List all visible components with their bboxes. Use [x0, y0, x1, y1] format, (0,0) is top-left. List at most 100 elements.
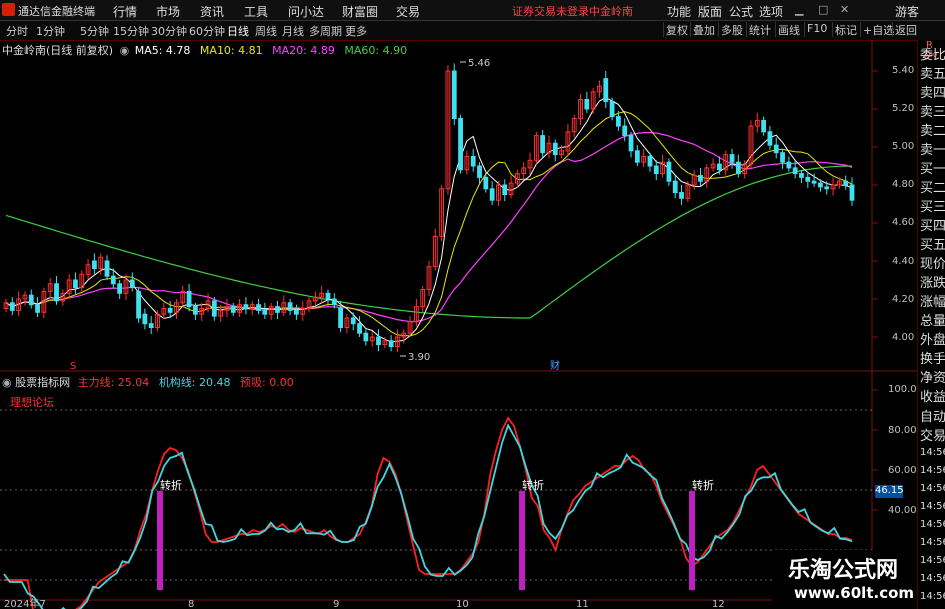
candle-body	[470, 156, 476, 167]
indicator-name[interactable]: 股票指标网	[15, 376, 70, 389]
side-item-change[interactable]: 涨跌	[920, 274, 945, 293]
ma20-label: MA20: 4.89	[272, 44, 335, 57]
pre-absorb-value: 预吸: 0.00	[240, 376, 294, 389]
candle-body	[262, 309, 268, 315]
candle-body	[325, 292, 331, 300]
tab-weekly[interactable]: 周线	[255, 23, 277, 39]
side-item-volume[interactable]: 总量	[920, 312, 945, 331]
price-grid	[872, 70, 878, 338]
multi-stock-button[interactable]: 多股	[718, 22, 745, 37]
indicator-lines	[3, 416, 853, 609]
current-stock-name: 中金岭南	[589, 5, 633, 18]
side-item-bid1[interactable]: 买一	[920, 160, 945, 179]
candle-body	[647, 156, 653, 167]
candle-body	[666, 161, 672, 182]
side-item-ask1[interactable]: 卖一	[920, 141, 945, 160]
side-item-ask4[interactable]: 卖四	[920, 84, 945, 103]
candle-body	[679, 192, 684, 199]
side-item-ask5[interactable]: 卖五	[920, 65, 945, 84]
adjust-button[interactable]: 复权	[663, 22, 690, 37]
indicator-toggle-icon[interactable]: ◉	[2, 376, 12, 389]
candle-body	[148, 323, 154, 329]
forum-label: 理想论坛	[10, 396, 54, 409]
candle-body	[376, 336, 381, 346]
side-item-turnover[interactable]: 换手	[920, 350, 945, 369]
maximize-icon[interactable]: □	[818, 3, 828, 16]
tab-multi-period[interactable]: 多周期	[309, 23, 342, 39]
side-item-ask2[interactable]: 卖二	[920, 122, 945, 141]
tab-daily[interactable]: 日线	[227, 23, 249, 39]
candle-body	[142, 313, 148, 325]
turn-signal-bar	[519, 491, 525, 590]
menu-item-layout[interactable]: 版面	[698, 3, 722, 20]
mark-button[interactable]: 标记	[832, 22, 859, 37]
minimize-icon[interactable]: ▁	[795, 3, 803, 16]
ind-tick-100: 100.0	[888, 384, 917, 395]
side-item-pct[interactable]: 涨幅	[920, 293, 945, 312]
tab-30min[interactable]: 30分钟	[151, 23, 187, 39]
menu-item-ask[interactable]: 问小达	[288, 3, 324, 20]
tab-more[interactable]: 更多	[345, 23, 367, 39]
chart-canvas[interactable]: 5.46 3.90 S 财 转折 转折 转折 2024年7 8 9 10 11 …	[0, 40, 917, 609]
price-tick-440: 4.40	[892, 256, 915, 267]
menu-item-options[interactable]: 选项	[759, 3, 783, 20]
price-tick-500: 5.00	[892, 141, 915, 152]
stats-button[interactable]: 统计	[746, 22, 773, 37]
ma10-label: MA10: 4.81	[199, 44, 263, 57]
tab-15min[interactable]: 15分钟	[113, 23, 149, 39]
candle-body	[110, 275, 116, 285]
candle-body	[167, 308, 173, 313]
tab-60min[interactable]: 60分钟	[189, 23, 225, 39]
side-item-price[interactable]: 现价	[920, 255, 945, 274]
side-auto-label[interactable]: 自动	[920, 408, 945, 427]
menu-item-wealth[interactable]: 财富圈	[342, 3, 378, 20]
candle-body	[799, 173, 804, 178]
side-item-nav[interactable]: 净资	[920, 369, 945, 388]
close-icon[interactable]: ✕	[840, 3, 849, 16]
menu-item-function[interactable]: 功能	[667, 3, 691, 20]
tick-time-2: 14:56	[920, 465, 945, 476]
draw-button[interactable]: 画线	[775, 22, 802, 37]
menu-item-trade[interactable]: 交易	[396, 3, 420, 20]
tab-1min[interactable]: 1分钟	[36, 23, 65, 39]
guest-label[interactable]: 游客	[895, 3, 919, 20]
candle-body	[338, 308, 344, 328]
side-item-outer[interactable]: 外盘	[920, 331, 945, 350]
candle-body	[584, 99, 590, 110]
candle-body	[388, 340, 394, 347]
f10-button[interactable]: F10	[804, 22, 829, 37]
side-item-bid4[interactable]: 买四	[920, 217, 945, 236]
menu-item-quotes[interactable]: 行情	[113, 3, 137, 20]
candle-body	[489, 188, 495, 201]
institution-line	[3, 423, 853, 609]
tab-5min[interactable]: 5分钟	[80, 23, 109, 39]
tab-intraday[interactable]: 分时	[6, 23, 28, 39]
low-price-label: 3.90	[408, 352, 430, 363]
indicator-grid	[0, 389, 878, 581]
side-trade-label[interactable]: 交易	[920, 427, 945, 446]
side-item-eps[interactable]: 收益	[920, 388, 945, 407]
date-tick-nov: 11	[576, 599, 589, 609]
candle-body	[117, 283, 123, 294]
side-item-weibi[interactable]: 委比	[920, 46, 945, 65]
menu-item-formula[interactable]: 公式	[729, 3, 753, 20]
date-tick-dec: 12	[712, 599, 725, 609]
candle-body	[786, 161, 792, 169]
back-button[interactable]: 返回	[892, 22, 919, 37]
side-item-bid3[interactable]: 买三	[920, 198, 945, 217]
menu-item-market[interactable]: 市场	[156, 3, 180, 20]
date-tick-oct: 10	[456, 599, 469, 609]
ma-toggle-icon[interactable]: ◉	[120, 44, 130, 57]
side-item-bid5[interactable]: 买五	[920, 236, 945, 255]
tick-time-5: 14:56	[920, 519, 945, 530]
login-warning[interactable]: 证券交易未登录	[512, 3, 589, 19]
overlay-button[interactable]: 叠加	[690, 22, 717, 37]
menu-item-news[interactable]: 资讯	[200, 3, 224, 20]
side-item-bid2[interactable]: 买二	[920, 179, 945, 198]
add-watchlist-button[interactable]: +自选	[860, 22, 896, 37]
side-item-ask3[interactable]: 卖三	[920, 103, 945, 122]
tick-time-9: 14:56	[920, 591, 945, 602]
menu-item-tools[interactable]: 工具	[244, 3, 268, 20]
price-tick-400: 4.00	[892, 332, 915, 343]
tab-monthly[interactable]: 月线	[282, 23, 304, 39]
